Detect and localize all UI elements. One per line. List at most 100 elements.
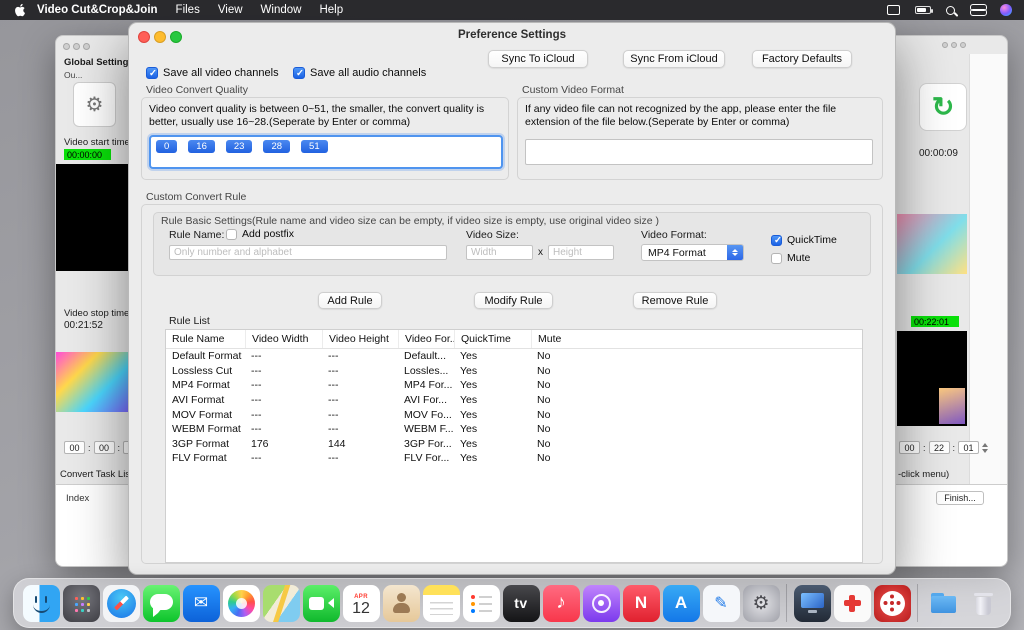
quality-tag[interactable]: 23 (226, 140, 253, 153)
sync-to-icloud-button[interactable]: Sync To iCloud (488, 50, 588, 68)
dropdown-stepper-icon[interactable] (727, 245, 743, 260)
column-video-height[interactable]: Video Height (322, 330, 398, 348)
calendar-day: 12 (352, 601, 370, 617)
dock-icon-maps[interactable] (263, 585, 300, 622)
dock-icon-photos[interactable] (223, 585, 260, 622)
display-mirroring-icon[interactable] (887, 5, 900, 15)
table-row[interactable]: Lossless Cut------Lossles...YesNo (166, 364, 862, 379)
cell: Yes (454, 379, 531, 391)
seconds-stepper[interactable]: 01 (958, 441, 979, 454)
custom-format-input[interactable] (525, 139, 873, 165)
add-postfix-label: Add postfix (242, 228, 294, 240)
search-icon[interactable] (946, 6, 955, 15)
dock-icon-news[interactable]: N (623, 585, 660, 622)
inactive-minimize-button[interactable] (73, 43, 80, 50)
video-format-label: Video Format: (641, 229, 707, 241)
dock-icon-facetime[interactable] (303, 585, 340, 622)
dock-icon-contacts[interactable] (383, 585, 420, 622)
cell: Lossless Cut (166, 365, 245, 377)
rule-name-input[interactable] (169, 245, 447, 260)
remove-rule-button[interactable]: Remove Rule (633, 292, 717, 309)
sync-from-icloud-button[interactable]: Sync From iCloud (623, 50, 725, 68)
dock-icon-video-cut-app[interactable] (874, 585, 911, 622)
factory-defaults-button[interactable]: Factory Defaults (752, 50, 852, 68)
width-input[interactable] (466, 245, 533, 260)
menu-view[interactable]: View (218, 4, 243, 16)
table-row[interactable]: MOV Format------MOV Fo...YesNo (166, 407, 862, 422)
dock-icon-trash[interactable] (965, 585, 1002, 622)
dock-icon-finder[interactable] (23, 585, 60, 622)
column-quicktime[interactable]: QuickTime (454, 330, 531, 348)
cell: --- (245, 423, 322, 435)
dock-icon-podcasts[interactable] (583, 585, 620, 622)
quicktime-checkbox[interactable]: QuickTime (771, 234, 837, 246)
dock-icon-tv[interactable]: tv (503, 585, 540, 622)
apple-menu-icon[interactable] (14, 3, 27, 17)
height-input[interactable] (548, 245, 614, 260)
dock-icon-safari[interactable] (103, 585, 140, 622)
column-mute[interactable]: Mute (531, 330, 862, 348)
context-menu-hint: -click menu) (898, 469, 949, 480)
video-format-dropdown[interactable]: MP4 Format (641, 244, 744, 261)
add-postfix-checkbox[interactable]: Add postfix (226, 228, 294, 240)
column-video-format[interactable]: Video For... (398, 330, 454, 348)
column-rule-name[interactable]: Rule Name (166, 330, 245, 348)
hours-stepper[interactable]: 00 (64, 441, 85, 454)
mute-checkbox[interactable]: Mute (771, 252, 810, 264)
dock-icon-medical-app[interactable] (834, 585, 871, 622)
save-audio-channels-label: Save all audio channels (310, 67, 426, 79)
table-row[interactable]: MP4 Format------MP4 For...YesNo (166, 378, 862, 393)
dock-icon-notes[interactable] (423, 585, 460, 622)
stepper-arrows[interactable] (982, 443, 988, 453)
quality-tag[interactable]: 28 (263, 140, 290, 153)
dock-icon-display-app[interactable] (794, 585, 831, 622)
table-row[interactable]: 3GP Format1761443GP For...YesNo (166, 437, 862, 452)
table-row[interactable]: AVI Format------AVI For...YesNo (166, 393, 862, 408)
siri-icon[interactable] (1000, 4, 1012, 16)
quality-tag[interactable]: 51 (301, 140, 328, 153)
dock-icon-calendar[interactable]: APR 12 (343, 585, 380, 622)
dock-icon-messages[interactable] (143, 585, 180, 622)
sync-arrows-icon: ↻ (932, 92, 955, 123)
size-x-separator: x (538, 247, 543, 258)
cell: --- (245, 452, 322, 464)
quality-tag[interactable]: 16 (188, 140, 215, 153)
modify-rule-button[interactable]: Modify Rule (474, 292, 553, 309)
mini-thumbnail (939, 388, 965, 424)
dock-icon-app-store[interactable]: A (663, 585, 700, 622)
menu-files[interactable]: Files (176, 4, 200, 16)
menu-help[interactable]: Help (319, 4, 343, 16)
table-row[interactable]: Default Format------Default...YesNo (166, 349, 862, 364)
inactive-zoom-button[interactable] (83, 43, 90, 50)
control-center-icon[interactable] (970, 4, 985, 16)
table-row[interactable]: WEBM Format------WEBM F...YesNo (166, 422, 862, 437)
quality-tag[interactable]: 0 (156, 140, 177, 153)
cell: 3GP Format (166, 438, 245, 450)
minutes-stepper[interactable]: 00 (94, 441, 115, 454)
cell: MOV Fo... (398, 409, 454, 421)
dock-icon-reminders[interactable] (463, 585, 500, 622)
dock-icon-system-preferences[interactable]: ⚙ (743, 585, 780, 622)
quality-tags-field[interactable]: 0 16 23 28 51 (149, 135, 503, 169)
cell: No (531, 423, 862, 435)
menu-app-name[interactable]: Video Cut&Crop&Join (37, 4, 158, 16)
dock-icon-downloads-folder[interactable] (925, 585, 962, 622)
add-rule-button[interactable]: Add Rule (318, 292, 382, 309)
dock-icon-mail[interactable]: ✉ (183, 585, 220, 622)
convert-button[interactable]: ↻ (919, 83, 967, 131)
settings-gear-button[interactable]: ⚙ (73, 82, 116, 127)
save-video-channels-checkbox[interactable]: Save all video channels (146, 67, 279, 79)
hours-stepper[interactable]: 00 (899, 441, 920, 454)
battery-icon[interactable] (915, 6, 931, 14)
minutes-stepper[interactable]: 22 (929, 441, 950, 454)
save-audio-channels-checkbox[interactable]: Save all audio channels (293, 67, 426, 79)
dock-icon-launchpad[interactable] (63, 585, 100, 622)
inactive-close-button[interactable] (63, 43, 70, 50)
menu-window[interactable]: Window (261, 4, 302, 16)
table-row[interactable]: FLV Format------FLV For...YesNo (166, 451, 862, 466)
finish-button[interactable]: Finish... (936, 491, 984, 505)
dock-icon-pencil-app[interactable]: ✎ (703, 585, 740, 622)
column-video-width[interactable]: Video Width (245, 330, 322, 348)
dock-icon-music[interactable]: ♪ (543, 585, 580, 622)
cell: --- (245, 350, 322, 362)
